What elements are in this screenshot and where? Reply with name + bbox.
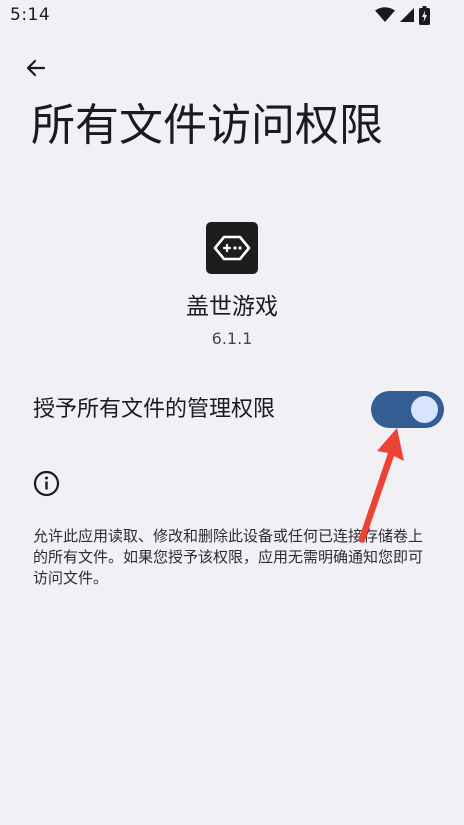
signal-icon bbox=[400, 8, 414, 22]
permission-description: 允许此应用读取、修改和删除此设备或任何已连接存储卷上的所有文件。如果您授予该权限… bbox=[33, 527, 424, 587]
app-version: 6.1.1 bbox=[211, 329, 253, 348]
info-icon bbox=[33, 470, 60, 497]
permission-row[interactable]: 授予所有文件的管理权限 bbox=[0, 386, 464, 434]
permission-label: 授予所有文件的管理权限 bbox=[33, 397, 276, 422]
page-title: 所有文件访问权限 bbox=[31, 100, 383, 151]
battery-charging-icon bbox=[419, 5, 430, 25]
toggle-thumb bbox=[411, 396, 438, 423]
status-bar: 5:14 bbox=[0, 0, 464, 32]
permission-toggle[interactable] bbox=[371, 391, 444, 428]
status-time: 5:14 bbox=[10, 5, 51, 25]
arrow-back-icon bbox=[26, 59, 46, 77]
screen: 5:14 所有文件访问权限 盖世游戏 6.1.1 授予所有文件的管理权限 允许此… bbox=[0, 0, 464, 825]
status-icons bbox=[375, 5, 430, 25]
gamepad-icon bbox=[213, 235, 251, 261]
back-button[interactable] bbox=[20, 52, 52, 84]
wifi-icon bbox=[375, 7, 395, 22]
app-name: 盖世游戏 bbox=[186, 294, 278, 320]
app-icon bbox=[206, 222, 258, 274]
